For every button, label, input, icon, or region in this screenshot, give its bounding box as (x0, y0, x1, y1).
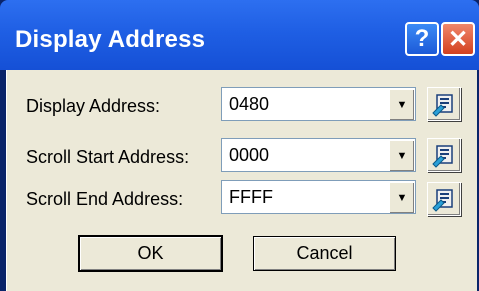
address-book-icon (432, 145, 453, 168)
cancel-button[interactable]: Cancel (253, 236, 396, 271)
scroll-start-address-label: Scroll Start Address: (26, 147, 190, 167)
scroll-end-address-label: Scroll End Address: (26, 189, 184, 209)
chevron-down-icon[interactable]: ▼ (389, 140, 414, 171)
display-address-value[interactable]: 0480 (229, 94, 269, 115)
address-picker-button[interactable] (427, 138, 461, 172)
chevron-down-icon[interactable]: ▼ (389, 89, 414, 120)
display-address-combo[interactable]: 0480 ▼ (221, 87, 416, 121)
close-button[interactable]: ✕ (441, 22, 475, 56)
help-button[interactable]: ? (405, 22, 439, 56)
address-book-icon (432, 94, 453, 117)
scroll-start-address-combo[interactable]: 0000 ▼ (221, 138, 416, 172)
address-picker-button[interactable] (427, 87, 461, 121)
address-picker-button[interactable] (427, 182, 461, 216)
scroll-start-address-value[interactable]: 0000 (229, 145, 269, 166)
scroll-end-address-value[interactable]: FFFF (229, 187, 273, 208)
display-address-label: Display Address: (26, 96, 161, 116)
chevron-down-icon[interactable]: ▼ (389, 182, 414, 213)
display-address-dialog: Display Address ? ✕ Display Address: 048… (0, 0, 479, 291)
title-bar[interactable]: Display Address ? ✕ (0, 0, 479, 70)
dialog-title: Display Address (15, 26, 206, 53)
scroll-end-address-combo[interactable]: FFFF ▼ (221, 180, 416, 214)
ok-button[interactable]: OK (78, 235, 223, 272)
address-book-icon (432, 189, 453, 212)
